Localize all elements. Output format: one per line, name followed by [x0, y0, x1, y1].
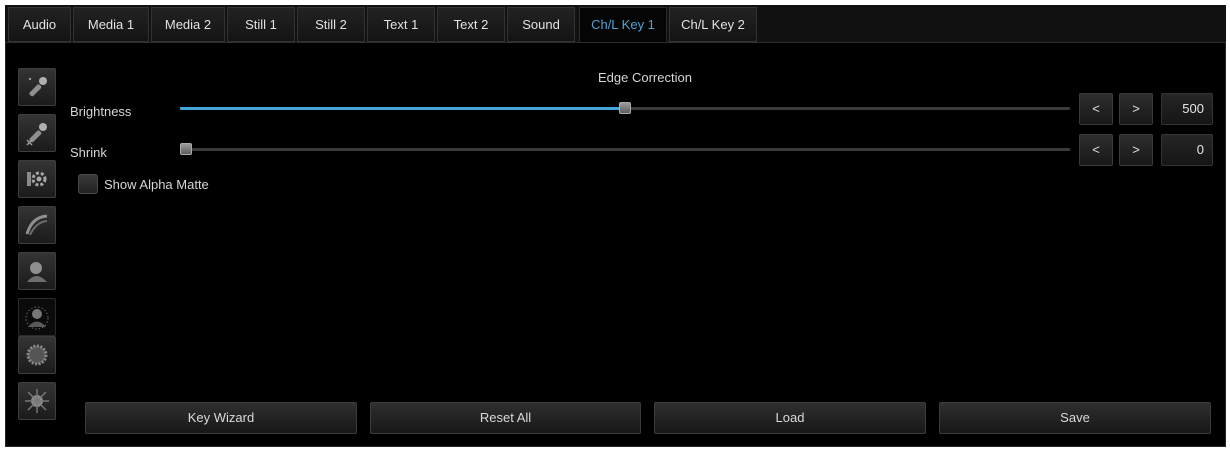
tab-text-2[interactable]: Text 2 [437, 7, 505, 42]
sparkle-icon [25, 389, 49, 413]
show-alpha-matte-checkbox[interactable] [78, 174, 98, 194]
curve-button[interactable] [18, 206, 56, 244]
brightness-increment-button[interactable]: > [1119, 93, 1153, 125]
brightness-label: Brightness [70, 104, 132, 119]
edge-person-icon [25, 306, 49, 330]
tab-still-2[interactable]: Still 2 [297, 7, 365, 42]
brightness-slider-thumb[interactable] [619, 102, 631, 114]
circle-mask-button[interactable] [18, 336, 56, 374]
tab-media-2[interactable]: Media 2 [151, 7, 225, 42]
show-alpha-matte-label: Show Alpha Matte [104, 177, 209, 192]
person-silhouette-icon [27, 262, 47, 282]
tab-media-1[interactable]: Media 1 [73, 7, 149, 42]
tab-chroma-key-1[interactable]: Ch/L Key 1 [579, 7, 667, 42]
eyedropper-remove-button[interactable] [18, 114, 56, 152]
gear-settings-icon [27, 171, 47, 187]
tab-chroma-key-2[interactable]: Ch/L Key 2 [669, 7, 757, 42]
load-button[interactable]: Load [654, 402, 926, 434]
key-wizard-button[interactable]: Key Wizard [85, 402, 357, 434]
reset-all-button[interactable]: Reset All [370, 402, 641, 434]
tab-still-1[interactable]: Still 1 [227, 7, 295, 42]
eyedropper-remove-icon [26, 123, 47, 146]
tab-text-1[interactable]: Text 1 [367, 7, 435, 42]
tab-audio[interactable]: Audio [8, 7, 71, 42]
tab-bar: Audio Media 1 Media 2 Still 1 Still 2 Te… [5, 5, 1226, 43]
save-button[interactable]: Save [939, 402, 1211, 434]
section-title: Edge Correction [598, 70, 692, 85]
person-key-button[interactable] [18, 252, 56, 290]
brightness-value[interactable]: 500 [1161, 93, 1213, 125]
brightness-slider-fill [180, 107, 625, 110]
sparkle-button[interactable] [18, 382, 56, 420]
shrink-decrement-button[interactable]: < [1079, 134, 1113, 166]
shrink-value[interactable]: 0 [1161, 134, 1213, 166]
shrink-increment-button[interactable]: > [1119, 134, 1153, 166]
shrink-label: Shrink [70, 145, 107, 160]
circle-mask-icon [26, 344, 48, 366]
shrink-slider-thumb[interactable] [180, 143, 192, 155]
curve-icon [25, 214, 48, 236]
edge-correction-button[interactable] [18, 298, 56, 336]
settings-button[interactable] [18, 160, 56, 198]
tab-sound[interactable]: Sound [507, 7, 575, 42]
brightness-decrement-button[interactable]: < [1079, 93, 1113, 125]
shrink-slider-track[interactable] [180, 148, 1070, 151]
